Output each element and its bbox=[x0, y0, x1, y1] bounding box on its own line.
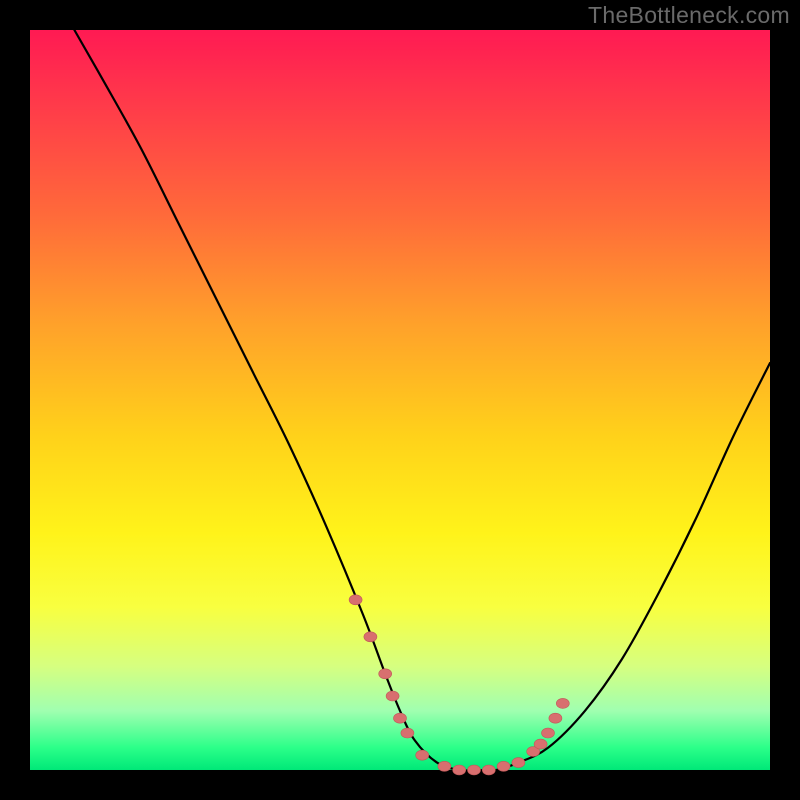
marker-point bbox=[379, 669, 392, 679]
marker-point bbox=[416, 750, 429, 760]
plot-area bbox=[30, 30, 770, 770]
curve-svg bbox=[30, 30, 770, 770]
marker-point bbox=[394, 713, 407, 723]
marker-point bbox=[349, 595, 362, 605]
marker-point bbox=[556, 698, 569, 708]
marker-point bbox=[512, 758, 525, 768]
chart-frame: TheBottleneck.com bbox=[0, 0, 800, 800]
marker-point bbox=[549, 713, 562, 723]
marker-point bbox=[497, 761, 510, 771]
marker-point bbox=[534, 739, 547, 749]
marker-point bbox=[386, 691, 399, 701]
bottleneck-curve bbox=[74, 30, 770, 771]
marker-point bbox=[542, 728, 555, 738]
marker-point bbox=[438, 761, 451, 771]
marker-point bbox=[453, 765, 466, 775]
curve-markers bbox=[349, 595, 569, 775]
marker-point bbox=[401, 728, 414, 738]
marker-point bbox=[468, 765, 481, 775]
marker-point bbox=[364, 632, 377, 642]
marker-point bbox=[482, 765, 495, 775]
watermark-text: TheBottleneck.com bbox=[588, 2, 790, 29]
